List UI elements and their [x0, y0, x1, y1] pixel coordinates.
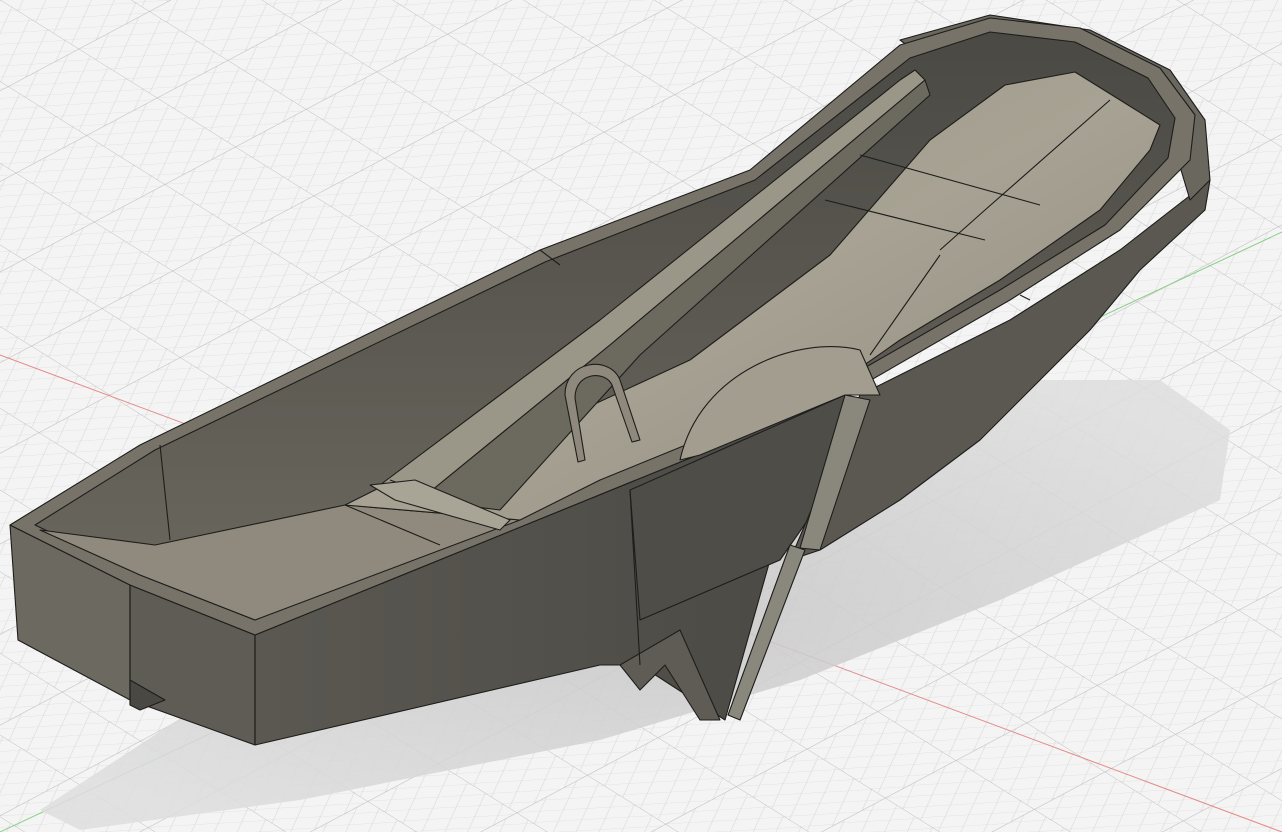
- viewport-canvas[interactable]: [0, 0, 1282, 832]
- cad-3d-viewport[interactable]: [0, 0, 1282, 832]
